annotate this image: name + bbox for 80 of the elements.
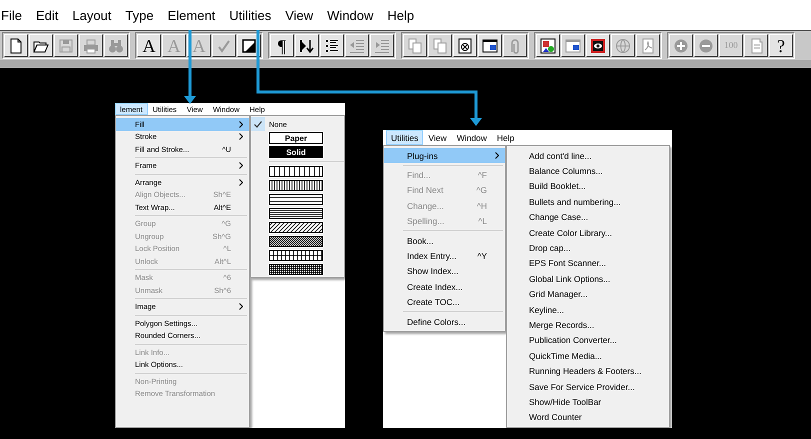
menu-item[interactable]: Drop cap... — [507, 240, 669, 256]
toolbar-button[interactable] — [536, 34, 560, 57]
menu-item[interactable]: Add cont'd line... — [507, 148, 669, 164]
menu-bar-item[interactable]: Utilities — [229, 8, 272, 22]
menu-item[interactable]: Show/Hide ToolBar — [507, 394, 669, 410]
pattern-swatch[interactable] — [269, 222, 323, 232]
menu-bar-item[interactable]: View — [285, 8, 314, 22]
menu-bar-item[interactable]: Help — [492, 130, 520, 145]
menu-item[interactable]: EPS Font Scanner... — [507, 256, 669, 272]
zoom-out-icon — [698, 38, 714, 54]
toolbar-button[interactable]: ? — [769, 34, 793, 57]
pattern-swatch[interactable] — [269, 208, 323, 218]
menu-bar-item[interactable]: View — [423, 130, 452, 145]
menu-bar-item[interactable]: Window — [327, 8, 374, 22]
pattern-swatch[interactable] — [269, 194, 323, 204]
pattern-swatch[interactable] — [269, 236, 323, 246]
menu-item[interactable]: Save For Service Provider... — [507, 378, 669, 394]
menu-item[interactable]: Plug-ins — [384, 148, 505, 164]
document-x-icon — [457, 38, 473, 54]
menu-item[interactable]: Build Booklet... — [507, 178, 669, 194]
toolbar-button[interactable]: A — [137, 34, 161, 57]
menu-bar-item[interactable]: Element — [168, 8, 216, 22]
menu-item[interactable]: Running Headers & Footers... — [507, 363, 669, 379]
toolbar-button[interactable] — [295, 34, 319, 57]
menu-item[interactable]: Grid Manager... — [507, 286, 669, 302]
toolbar-button[interactable] — [4, 34, 28, 57]
menu-bar-item[interactable]: Help — [387, 8, 414, 22]
toolbar-button[interactable]: ¶ — [270, 34, 294, 57]
pages-icon — [432, 38, 448, 54]
pattern-swatch[interactable] — [269, 180, 323, 190]
bullet-list-icon — [324, 38, 340, 54]
pattern-swatch[interactable] — [269, 264, 323, 274]
menu-item[interactable]: Keyline... — [507, 302, 669, 318]
menu-item[interactable]: Index Entry... ^Y — [384, 248, 505, 264]
pages-icon — [407, 38, 423, 54]
menu-item[interactable]: Create Color Library... — [507, 224, 669, 240]
menu-item[interactable]: Create Index... — [384, 279, 505, 295]
checkmark-icon — [216, 38, 232, 54]
outdent-icon — [349, 38, 365, 54]
menu-item[interactable]: Define Colors... — [384, 314, 505, 330]
menu-item[interactable]: Create TOC... — [384, 294, 505, 310]
fill-option[interactable]: Solid — [269, 146, 323, 158]
menu-item[interactable]: Change Case... — [507, 210, 669, 225]
binoculars-icon — [108, 38, 124, 54]
menu-bar-item[interactable]: Layout — [72, 8, 112, 22]
menu-item[interactable]: Book... — [384, 232, 505, 248]
window-icon — [482, 38, 498, 54]
printer-icon — [83, 38, 99, 54]
menu-bar-item[interactable]: Edit — [36, 8, 58, 22]
zoom-in-icon — [673, 38, 689, 54]
toolbar-button[interactable] — [586, 34, 610, 57]
menu-item[interactable]: Bullets and numbering... — [507, 194, 669, 210]
menu-item[interactable]: Publication Converter... — [507, 332, 669, 348]
fill-option[interactable]: Paper — [269, 132, 323, 144]
menu-bar-item[interactable]: Utilities — [386, 130, 424, 145]
menu-bar-item[interactable]: Window — [452, 130, 492, 145]
document-icon — [8, 38, 24, 54]
menu-item[interactable]: Balance Columns... — [507, 163, 669, 179]
checkmark-icon — [254, 120, 262, 128]
pdf-icon — [640, 38, 656, 54]
indent-icon — [374, 38, 390, 54]
menu-item[interactable]: Global Link Options... — [507, 271, 669, 287]
pattern-swatch[interactable] — [269, 250, 323, 260]
toolbar-button[interactable] — [478, 34, 502, 57]
toolbar-button[interactable] — [453, 34, 477, 57]
frame-icon — [241, 38, 257, 54]
picture-icon — [540, 38, 556, 54]
globe-icon — [615, 38, 631, 54]
menu-item[interactable]: Show Index... — [384, 264, 505, 280]
window-icon — [565, 38, 581, 54]
toolbar-button[interactable] — [29, 34, 53, 57]
menu-bar-item[interactable]: Type — [125, 8, 154, 22]
eye-icon — [590, 38, 606, 54]
menu-item[interactable]: Word Counter — [507, 410, 669, 426]
text-flow-icon — [299, 38, 315, 54]
pattern-swatch[interactable] — [269, 166, 323, 176]
menu-item[interactable]: QuickTime Media... — [507, 348, 669, 364]
toolbar-button[interactable] — [320, 34, 344, 57]
menu-bar-item[interactable]: File — [1, 8, 22, 22]
menu-item[interactable]: Merge Records... — [507, 317, 669, 333]
